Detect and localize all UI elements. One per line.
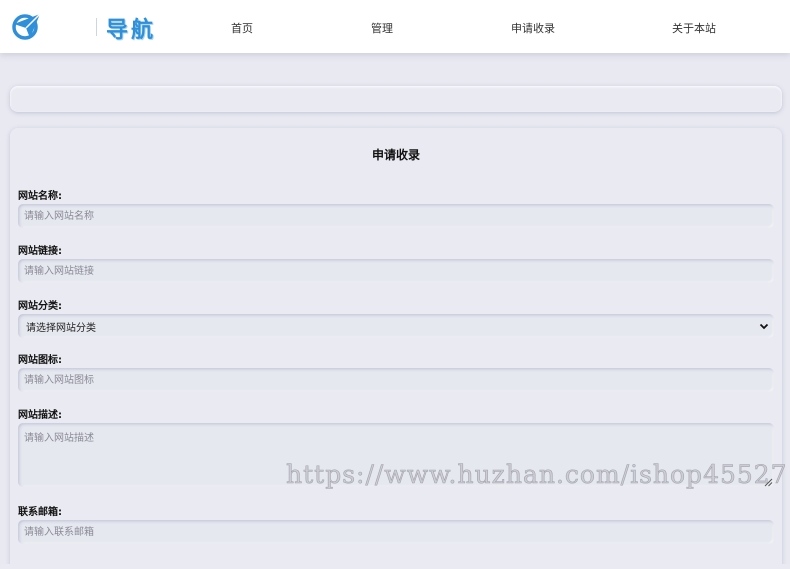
- top-header: 导航 首页 管理 申请收录 关于本站: [0, 0, 790, 53]
- site-url-label: 网站链接:: [18, 246, 62, 257]
- nav-manage[interactable]: 管理: [337, 20, 427, 36]
- watermark-text: https://www.huzhan.com/ishop45527: [286, 460, 788, 490]
- logo-text[interactable]: 导航: [106, 12, 156, 44]
- form-title: 申请收录: [371, 148, 420, 162]
- site-category-value: 请选择网站分类: [26, 322, 96, 334]
- nav-apply[interactable]: 申请收录: [488, 20, 578, 36]
- nav-home[interactable]: 首页: [197, 20, 287, 36]
- site-description-label: 网站描述:: [18, 410, 62, 421]
- contact-email-input[interactable]: [18, 520, 774, 544]
- contact-email-label: 联系邮箱:: [18, 507, 62, 518]
- site-name-input[interactable]: [18, 204, 774, 228]
- notice-banner: [10, 86, 782, 112]
- apply-form-card: [10, 128, 782, 569]
- site-name-label: 网站名称:: [18, 191, 62, 202]
- nav-about[interactable]: 关于本站: [649, 20, 739, 36]
- site-category-label: 网站分类:: [18, 301, 62, 312]
- chevron-down-icon: [759, 323, 769, 330]
- site-category-select[interactable]: 请选择网站分类: [18, 314, 774, 338]
- logo-separator: [96, 18, 97, 36]
- logo-icon[interactable]: [10, 10, 42, 42]
- site-icon-label: 网站图标:: [18, 355, 62, 366]
- site-url-input[interactable]: [18, 259, 774, 283]
- bottom-edge: [0, 564, 790, 569]
- site-icon-input[interactable]: [18, 368, 774, 392]
